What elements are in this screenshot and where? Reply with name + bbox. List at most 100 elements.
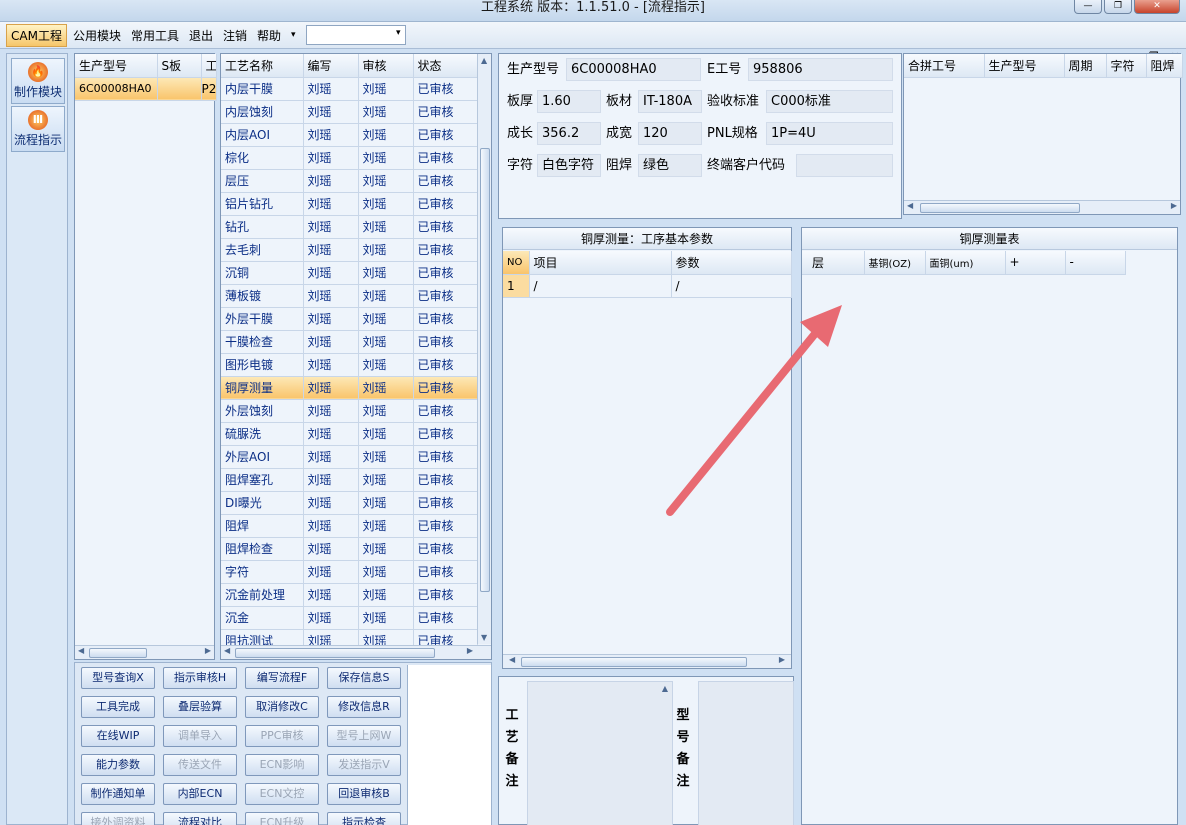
table-row[interactable]: 铜厚测量 刘瑶 刘瑶 已审核	[221, 376, 478, 400]
col-layer[interactable]: 层	[802, 251, 865, 275]
action-button[interactable]: 流程对比	[163, 812, 237, 825]
col-work[interactable]: 工	[201, 54, 217, 78]
e-no-field[interactable]: 958806	[748, 58, 893, 81]
params-hscroll[interactable]: ◀ ▶	[503, 654, 791, 668]
action-button[interactable]: 型号查询X	[81, 667, 155, 689]
customer-code-field[interactable]	[796, 154, 893, 177]
length-field[interactable]: 356.2	[537, 122, 601, 145]
action-button[interactable]: 制作通知单	[81, 783, 155, 805]
action-button[interactable]: 编写流程F	[245, 667, 319, 689]
col-base-copper[interactable]: 基铜(OZ)	[864, 251, 926, 275]
col-item[interactable]: 项目	[529, 251, 672, 275]
close-button[interactable]: ✕	[1134, 0, 1180, 14]
table-row[interactable]: 图形电镀 刘瑶 刘瑶 已审核	[221, 353, 478, 377]
col-no[interactable]: NO	[503, 251, 530, 275]
maximize-button[interactable]: ❐	[1104, 0, 1132, 14]
nav-make-module[interactable]: 🔥 制作模块	[11, 58, 65, 104]
process-remark-input[interactable]: ▲	[527, 681, 673, 825]
table-row[interactable]: 内层干膜 刘瑶 刘瑶 已审核	[221, 77, 478, 101]
table-row[interactable]: 阻焊 刘瑶 刘瑶 已审核	[221, 514, 478, 538]
table-row[interactable]: 棕化 刘瑶 刘瑶 已审核	[221, 146, 478, 170]
table-row[interactable]: 字符 刘瑶 刘瑶 已审核	[221, 560, 478, 584]
material-field[interactable]: IT-180A	[638, 90, 702, 113]
action-button[interactable]: 修改信息R	[327, 696, 401, 718]
col-surface-copper[interactable]: 面铜(um)	[925, 251, 1006, 275]
toolbar-combo[interactable]	[305, 25, 406, 45]
col-s-board[interactable]: S板	[157, 54, 202, 78]
width-field[interactable]: 120	[638, 122, 702, 145]
col-character[interactable]: 字符	[1106, 54, 1147, 78]
model-hscroll[interactable]: ◀ ▶	[75, 645, 214, 659]
table-row[interactable]: 沉铜 刘瑶 刘瑶 已审核	[221, 261, 478, 285]
action-button[interactable]: 传送文件	[163, 754, 237, 776]
model-remark-input[interactable]	[698, 681, 794, 825]
action-button[interactable]: 调单导入	[163, 725, 237, 747]
action-button[interactable]: 回退审核B	[327, 783, 401, 805]
table-row[interactable]: 去毛刺 刘瑶 刘瑶 已审核	[221, 238, 478, 262]
action-button[interactable]: 保存信息S	[327, 667, 401, 689]
col-merge-model[interactable]: 生产型号	[984, 54, 1065, 78]
menu-common-module[interactable]: 公用模块	[69, 25, 125, 46]
table-row[interactable]: 沉金前处理 刘瑶 刘瑶 已审核	[221, 583, 478, 607]
table-row[interactable]: 铝片钻孔 刘瑶 刘瑶 已审核	[221, 192, 478, 216]
minimize-button[interactable]: —	[1074, 0, 1102, 14]
menu-tools[interactable]: 常用工具	[127, 25, 183, 46]
table-row[interactable]: 6C00008HA0 P2	[75, 77, 217, 101]
col-process-name[interactable]: 工艺名称	[221, 54, 304, 78]
action-button[interactable]: ECN文控	[245, 783, 319, 805]
action-button[interactable]: PPC审核	[245, 725, 319, 747]
action-button[interactable]: 指示检查	[327, 812, 401, 825]
table-row[interactable]: 沉金 刘瑶 刘瑶 已审核	[221, 606, 478, 630]
col-author[interactable]: 编写	[303, 54, 359, 78]
table-row[interactable]: 阻焊塞孔 刘瑶 刘瑶 已审核	[221, 468, 478, 492]
col-cycle[interactable]: 周期	[1064, 54, 1107, 78]
action-button[interactable]: 型号上网W	[327, 725, 401, 747]
col-model[interactable]: 生产型号	[75, 54, 158, 78]
action-button[interactable]: ECN升级	[245, 812, 319, 825]
action-button[interactable]: 取消修改C	[245, 696, 319, 718]
col-status[interactable]: 状态	[413, 54, 478, 78]
col-reviewer[interactable]: 审核	[358, 54, 414, 78]
table-row[interactable]: 硫脲洗 刘瑶 刘瑶 已审核	[221, 422, 478, 446]
table-row[interactable]: 钻孔 刘瑶 刘瑶 已审核	[221, 215, 478, 239]
table-row[interactable]: 外层AOI 刘瑶 刘瑶 已审核	[221, 445, 478, 469]
table-row[interactable]: 薄板镀 刘瑶 刘瑶 已审核	[221, 284, 478, 308]
thickness-field[interactable]: 1.60	[537, 90, 601, 113]
table-row[interactable]: 外层干膜 刘瑶 刘瑶 已审核	[221, 307, 478, 331]
process-hscroll[interactable]: ◀ ▶	[221, 645, 491, 659]
action-button[interactable]: 接外调资料	[81, 812, 155, 825]
pnl-field[interactable]: 1P=4U	[766, 122, 893, 145]
action-button[interactable]: ECN影响	[245, 754, 319, 776]
action-button[interactable]: 在线WIP	[81, 725, 155, 747]
standard-field[interactable]: C000标准	[766, 90, 893, 113]
action-button[interactable]: 叠层验算	[163, 696, 237, 718]
table-row[interactable]: 层压 刘瑶 刘瑶 已审核	[221, 169, 478, 193]
col-solder[interactable]: 阻焊	[1146, 54, 1183, 78]
table-row[interactable]: 干膜检查 刘瑶 刘瑶 已审核	[221, 330, 478, 354]
col-param[interactable]: 参数	[671, 251, 792, 275]
menu-logout[interactable]: 注销	[219, 25, 251, 46]
nav-flow-instruction[interactable]: Ⅲ 流程指示	[11, 106, 65, 152]
table-row[interactable]: 1 / /	[503, 274, 792, 298]
help-dropdown-icon[interactable]: ▾	[287, 28, 300, 42]
table-row[interactable]: DI曝光 刘瑶 刘瑶 已审核	[221, 491, 478, 515]
col-merge-no[interactable]: 合拼工号	[904, 54, 985, 78]
col-minus[interactable]: -	[1065, 251, 1126, 275]
action-button[interactable]: 工具完成	[81, 696, 155, 718]
action-button[interactable]: 内部ECN	[163, 783, 237, 805]
action-button[interactable]: 指示审核H	[163, 667, 237, 689]
process-vscroll[interactable]: ▲ ▼	[477, 54, 491, 644]
character-field[interactable]: 白色字符	[537, 154, 601, 177]
table-row[interactable]: 外层蚀刻 刘瑶 刘瑶 已审核	[221, 399, 478, 423]
table-row[interactable]: 内层AOI 刘瑶 刘瑶 已审核	[221, 123, 478, 147]
merge-hscroll[interactable]: ◀ ▶	[904, 200, 1180, 214]
menu-cam[interactable]: CAM工程	[6, 23, 67, 47]
col-plus[interactable]: +	[1005, 251, 1066, 275]
table-row[interactable]: 阻焊检查 刘瑶 刘瑶 已审核	[221, 537, 478, 561]
menu-help[interactable]: 帮助	[253, 25, 285, 46]
action-button[interactable]: 能力参数	[81, 754, 155, 776]
table-row[interactable]: 内层蚀刻 刘瑶 刘瑶 已审核	[221, 100, 478, 124]
menu-exit[interactable]: 退出	[185, 25, 217, 46]
action-button[interactable]: 发送指示V	[327, 754, 401, 776]
model-field[interactable]: 6C00008HA0	[566, 58, 701, 81]
